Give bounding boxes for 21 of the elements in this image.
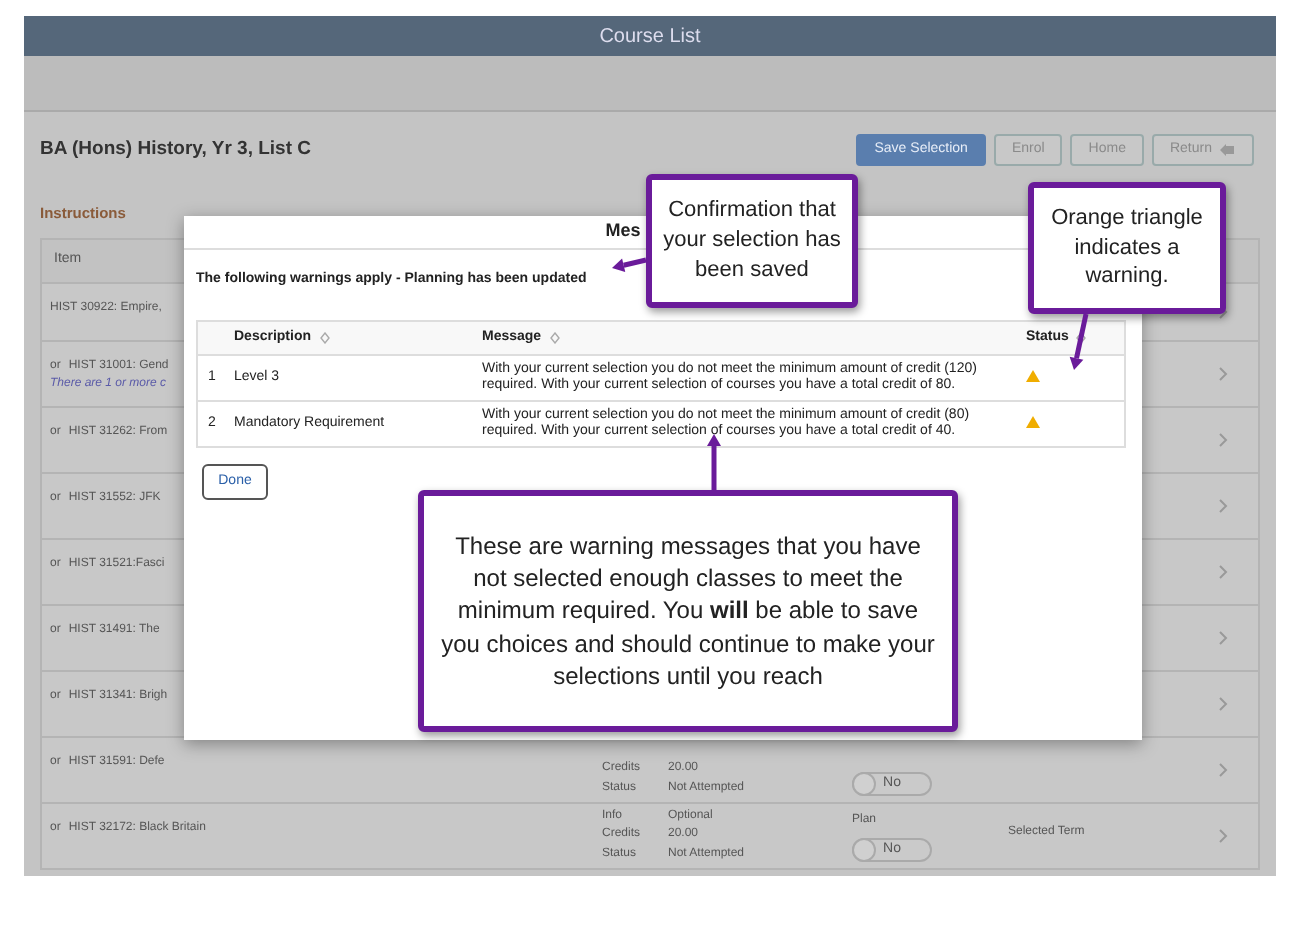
chevron-icon [1218, 828, 1228, 844]
chevron-icon [1218, 498, 1228, 514]
chevron-icon [1218, 696, 1228, 712]
sort-icon [319, 332, 330, 344]
arrow [1069, 313, 1089, 370]
sort-icon [1076, 332, 1087, 344]
chevron-icon [1218, 762, 1228, 778]
callout: These are warning messages that you have not selected enough classes to meet the minimum required. You will be able to save you choices and should continue to make your selections until you reach [418, 490, 958, 732]
chevron-icon [1218, 630, 1228, 646]
callout: Confirmation that your selection has been saved [646, 174, 858, 308]
arrow [707, 434, 721, 490]
page-title: BA (Hons) History, Yr 3, List C [40, 135, 311, 164]
window-title: Course List [24, 16, 1276, 56]
callout: Orange triangle indicates a warning. [1028, 182, 1226, 314]
return-icon [1220, 143, 1236, 157]
dialog-title: Mes [605, 218, 641, 245]
chevron-icon [1218, 432, 1228, 448]
arrow [612, 257, 647, 273]
chevron-icon [1218, 366, 1228, 382]
sort-icon [549, 332, 560, 344]
chevron-icon [1218, 564, 1228, 580]
